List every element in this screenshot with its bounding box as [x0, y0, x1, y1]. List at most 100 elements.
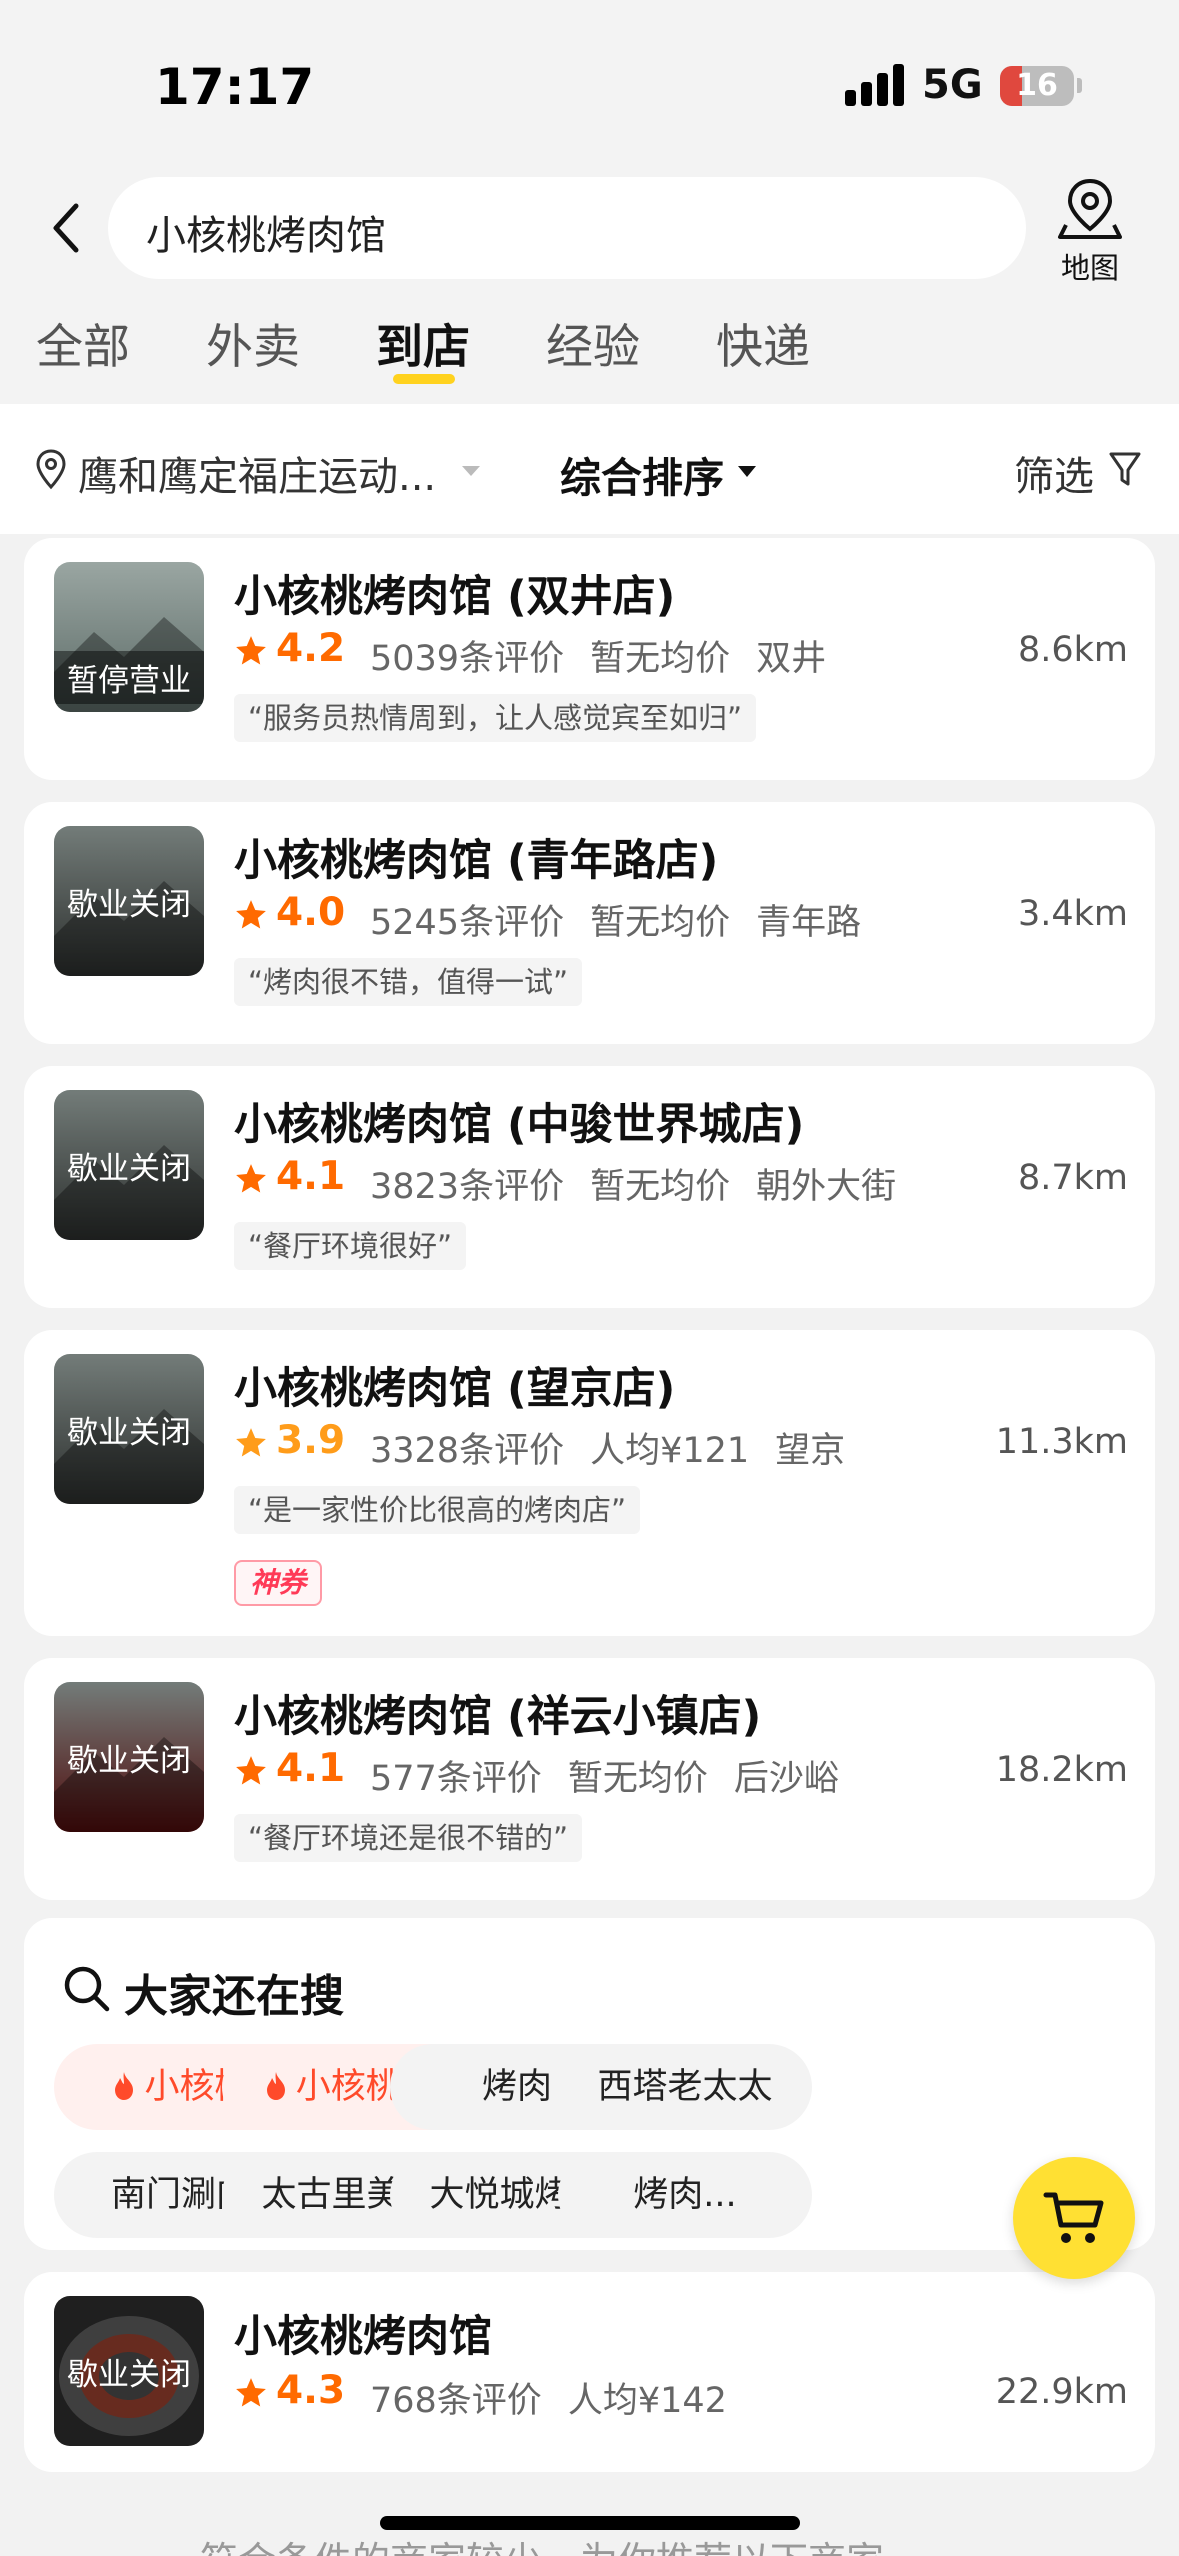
chevron-left-icon [53, 203, 79, 253]
shop-thumbnail: 歇业关闭 [54, 1354, 204, 1504]
shop-thumbnail: 歇业关闭 [54, 2296, 204, 2446]
shop-name: 小核桃烤肉馆 (望京店) [234, 1364, 676, 1414]
footer-note: 符合条件的商家较少，为你推荐以下商家 [200, 2530, 884, 2556]
distance: 11.3km [995, 1422, 1128, 1462]
flame-icon [115, 2072, 134, 2100]
shop-meta: 3328条评价 人均¥121 望京 [370, 1422, 871, 1473]
map-label: 地图 [1060, 251, 1119, 285]
search-input[interactable]: 小核桃烤肉馆 [108, 177, 1026, 279]
business-area: 望京 [775, 1431, 846, 1471]
active-tab-indicator [393, 374, 455, 384]
review-count: 3328条评价 [370, 1431, 565, 1471]
status-overlay: 歇业关闭 [54, 1682, 204, 1832]
shop-name: 小核桃烤肉馆 (双井店) [234, 572, 676, 622]
result-card[interactable]: 歇业关闭 小核桃烤肉馆 4.3 768条评价 人均¥142 22.9km [24, 2272, 1155, 2472]
shop-thumbnail: 歇业关闭 [54, 1682, 204, 1832]
star-icon [236, 2378, 266, 2407]
sort-dropdown[interactable]: 综合排序 [560, 444, 724, 504]
result-card[interactable]: 暂停营业 小核桃烤肉馆 (双井店) 4.2 5039条评价 暂无均价 双井 8.6km “服务… [24, 538, 1155, 780]
distance: 8.6km [1017, 630, 1128, 670]
average-price: 暂无均价 [590, 1167, 731, 1207]
hot-search-title: 大家还在搜 [124, 1971, 344, 2022]
cart-icon [1043, 2192, 1104, 2243]
map-pin-icon [1058, 178, 1122, 239]
result-card[interactable]: 歇业关闭 小核桃烤肉馆 (青年路店) 4.0 5245条评价 暂无均价 青年路 3.4km “… [24, 802, 1155, 1044]
status-overlay: 歇业关闭 [54, 1090, 204, 1240]
location-filter[interactable]: 鹰和鹰定福庄运动... [78, 444, 436, 502]
shop-name: 小核桃烤肉馆 [234, 2312, 492, 2362]
funnel-icon [1109, 452, 1141, 486]
review-quote: “餐厅环境还是很不错的” [234, 1814, 583, 1862]
shop-name: 小核桃烤肉馆 (青年路店) [234, 836, 719, 886]
shop-name: 小核桃烤肉馆 (祥云小镇店) [234, 1692, 762, 1742]
location-icon [36, 449, 66, 490]
tab-takeout[interactable]: 外卖 [206, 308, 300, 377]
hot-search-chip[interactable]: 西塔老太太 [558, 2044, 812, 2130]
search-icon [64, 1966, 110, 2012]
search-query: 小核桃烤肉馆 [146, 213, 386, 259]
shop-meta: 5245条评价 暂无均价 青年路 [370, 894, 887, 945]
tab-all[interactable]: 全部 [36, 308, 130, 377]
header: 17:17 5G 16 小核桃烤肉馆 地图 全部 外卖 到店 经验 快递 [0, 0, 1179, 404]
shop-meta: 768条评价 人均¥142 [370, 2372, 753, 2423]
cart-button[interactable] [1013, 2157, 1135, 2279]
review-count: 5245条评价 [370, 903, 565, 943]
review-count: 3823条评价 [370, 1167, 565, 1207]
shop-meta: 5039条评价 暂无均价 双井 [370, 630, 852, 681]
review-quote: “是一家性价比很高的烤肉店” [234, 1486, 641, 1534]
flame-icon [266, 2072, 285, 2100]
star-icon [236, 1756, 266, 1785]
filter-button[interactable]: 筛选 [1014, 444, 1094, 502]
business-area: 双井 [756, 639, 827, 679]
tab-instore[interactable]: 到店 [376, 308, 470, 377]
business-area: 青年路 [756, 903, 862, 943]
distance: 22.9km [995, 2372, 1128, 2412]
review-count: 577条评价 [370, 1759, 542, 1799]
hot-search-card: 大家还在搜 小核桃 小核桃... 烤肉 西塔老太太 南门涮肉 太古里美食 大悦城烤肉 烤肉..… [24, 1918, 1155, 2250]
distance: 8.7km [1017, 1158, 1128, 1198]
review-quote: “服务员热情周到，让人感觉宾至如归” [234, 694, 757, 742]
status-overlay: 歇业关闭 [54, 826, 204, 976]
review-count: 5039条评价 [370, 639, 565, 679]
business-area: 后沙峪 [733, 1759, 839, 1799]
average-price: 人均¥121 [590, 1431, 750, 1471]
star-icon [236, 1428, 266, 1457]
network-label: 5G [922, 62, 983, 108]
star-icon [236, 900, 266, 929]
distance: 18.2km [995, 1750, 1128, 1790]
hot-search-chip[interactable]: 烤肉... [558, 2152, 812, 2238]
signal-icon [845, 62, 907, 106]
shop-thumbnail: 暂停营业 [54, 562, 204, 712]
result-card[interactable]: 歇业关闭 小核桃烤肉馆 (望京店) 3.9 3328条评价 人均¥121 望京 11.3km… [24, 1330, 1155, 1636]
average-price: 暂无均价 [567, 1759, 708, 1799]
status-time: 17:17 [155, 58, 315, 116]
back-button[interactable] [44, 196, 88, 260]
business-area: 朝外大街 [756, 1167, 897, 1207]
average-price: 暂无均价 [590, 903, 731, 943]
battery-level: 16 [1016, 68, 1058, 103]
battery-icon: 16 [1000, 66, 1074, 106]
result-card[interactable]: 歇业关闭 小核桃烤肉馆 (祥云小镇店) 4.1 577条评价 暂无均价 后沙峪 18.2km… [24, 1658, 1155, 1900]
rating: 4.0 [276, 890, 346, 935]
status-overlay: 暂停营业 [54, 562, 204, 712]
tab-experience[interactable]: 经验 [546, 308, 640, 377]
star-icon [236, 636, 266, 665]
tab-delivery[interactable]: 快递 [716, 308, 810, 377]
rating: 3.9 [276, 1418, 346, 1463]
result-card[interactable]: 歇业关闭 小核桃烤肉馆 (中骏世界城店) 4.1 3823条评价 暂无均价 朝外大街 8.7… [24, 1066, 1155, 1308]
shop-meta: 3823条评价 暂无均价 朝外大街 [370, 1158, 922, 1209]
review-quote: “烤肉很不错，值得一试” [234, 958, 583, 1006]
shop-thumbnail: 歇业关闭 [54, 826, 204, 976]
review-count: 768条评价 [370, 2381, 542, 2421]
filter-bar: 鹰和鹰定福庄运动... 综合排序 筛选 [0, 404, 1179, 534]
shop-meta: 577条评价 暂无均价 后沙峪 [370, 1750, 865, 1801]
status-overlay: 歇业关闭 [54, 1354, 204, 1504]
rating: 4.3 [276, 2368, 346, 2413]
star-icon [236, 1164, 266, 1193]
map-button[interactable]: 地图 [1050, 175, 1130, 285]
review-quote: “餐厅环境很好” [234, 1222, 467, 1270]
home-indicator[interactable] [380, 2516, 800, 2530]
rating: 4.1 [276, 1154, 346, 1199]
shop-name: 小核桃烤肉馆 (中骏世界城店) [234, 1100, 805, 1150]
status-overlay: 歇业关闭 [54, 2296, 204, 2446]
